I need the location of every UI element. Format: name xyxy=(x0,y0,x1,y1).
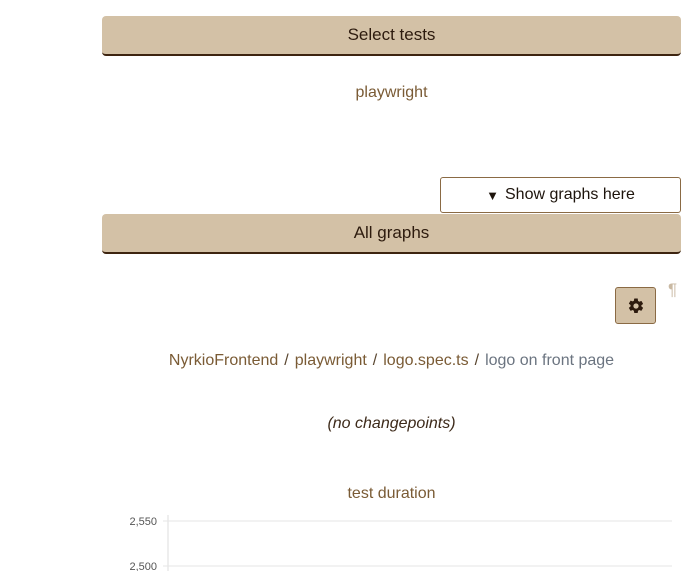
chart: 2,550 2,500 xyxy=(129,515,672,571)
triangle-down-icon: ▼ xyxy=(486,187,499,203)
y-tick-label: 2,500 xyxy=(129,561,157,571)
show-graphs-button[interactable]: ▼ Show graphs here xyxy=(440,177,681,213)
test-item-label: playwright xyxy=(355,84,428,101)
breadcrumb: NyrkioFrontend / playwright / logo.spec.ts / l… xyxy=(102,352,681,370)
breadcrumb-separator: / xyxy=(474,352,480,369)
pilcrow-icon: ¶ xyxy=(668,280,678,299)
y-axis-ticks: 2,550 2,500 xyxy=(129,516,672,571)
select-tests-label: Select tests xyxy=(347,25,436,44)
all-graphs-header[interactable]: All graphs xyxy=(102,214,681,254)
gear-icon xyxy=(628,297,643,313)
changepoints-status: (no changepoints) xyxy=(327,415,456,432)
breadcrumb-separator: / xyxy=(284,352,289,369)
settings-button[interactable] xyxy=(615,287,656,324)
breadcrumb-separator: / xyxy=(372,352,378,369)
test-item-playwright[interactable]: playwright xyxy=(102,84,681,102)
all-graphs-label: All graphs xyxy=(353,223,430,242)
page: Select tests playwright ▼ Show graphs he… xyxy=(0,0,700,571)
breadcrumb-current: logo on front page xyxy=(485,352,615,369)
breadcrumb-item-suite[interactable]: playwright xyxy=(295,352,367,369)
chart-title: test duration xyxy=(347,485,436,502)
breadcrumb-item-file[interactable]: logo.spec.ts xyxy=(383,352,468,369)
show-graphs-label: Show graphs here xyxy=(505,186,635,203)
breadcrumb-item-project[interactable]: NyrkioFrontend xyxy=(169,352,278,369)
select-tests-header[interactable]: Select tests xyxy=(102,16,681,56)
y-tick-label: 2,550 xyxy=(129,516,157,528)
